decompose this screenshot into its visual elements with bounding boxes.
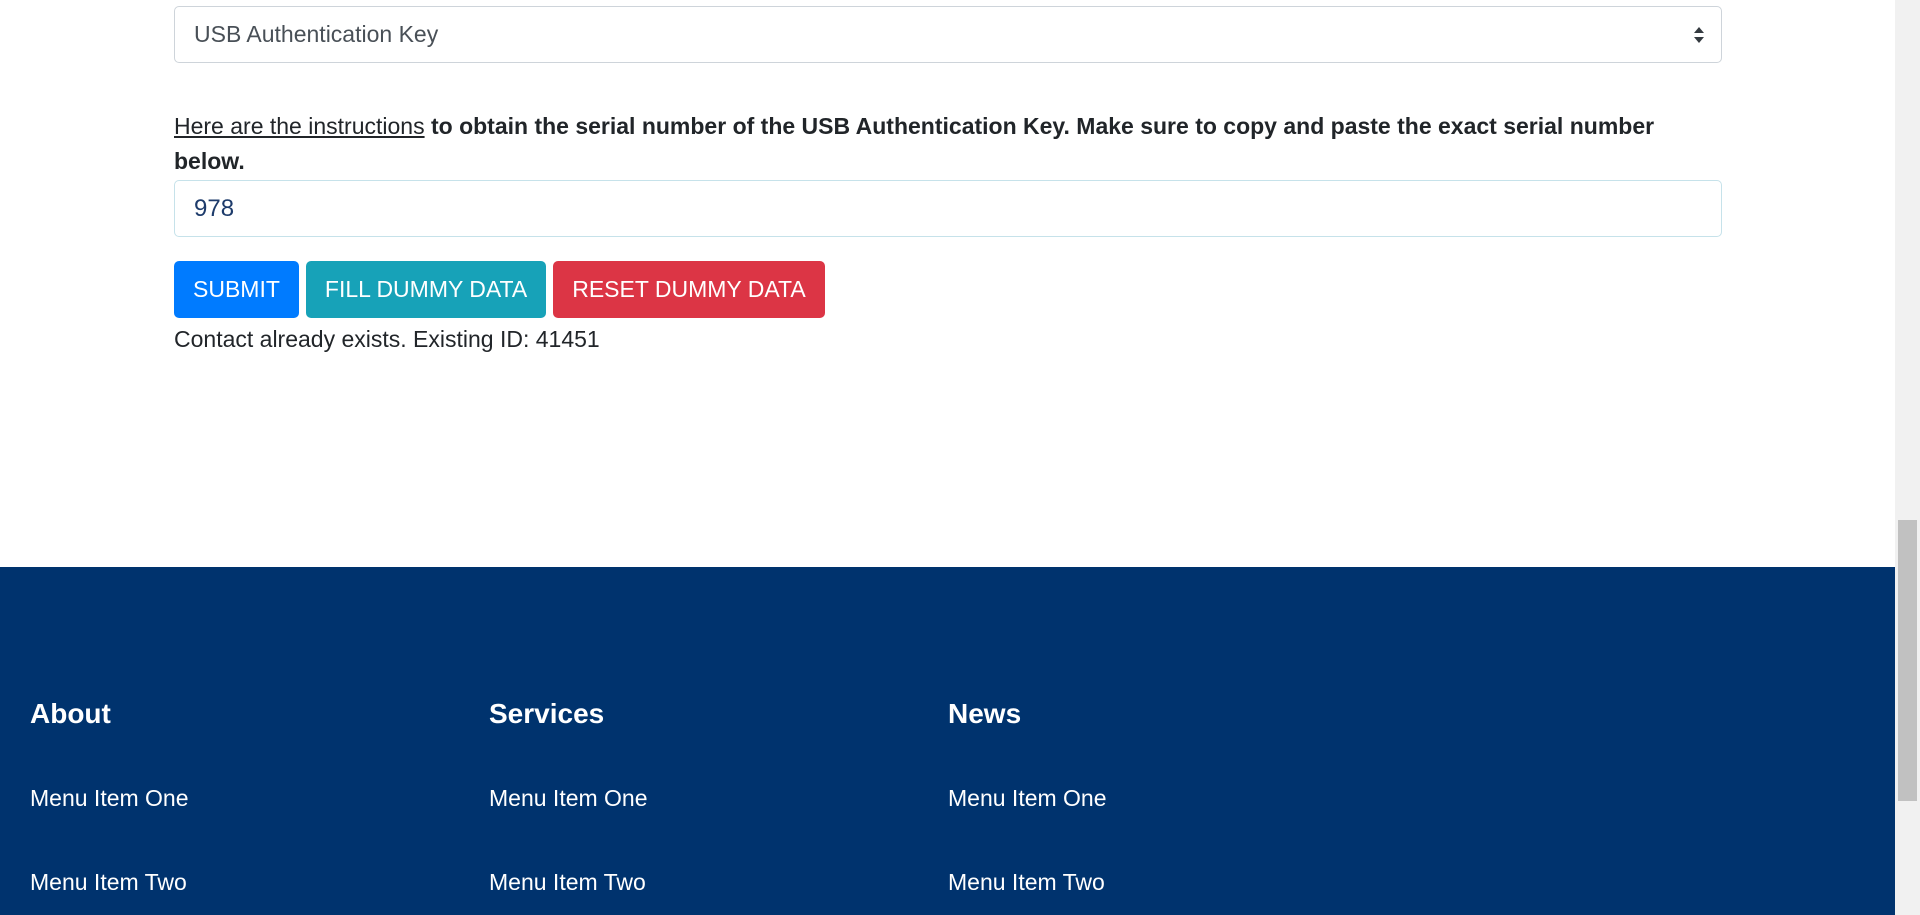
footer-heading-services: Services [489, 698, 605, 729]
site-footer: About Menu Item One Menu Item Two Servic… [0, 567, 1895, 915]
status-message: Contact already exists. Existing ID: 414… [174, 326, 600, 352]
footer-heading-about: About [30, 698, 111, 729]
form-actions: SUBMIT FILL DUMMY DATA RESET DUMMY DATA [174, 261, 1722, 318]
serial-instructions: Here are the instructions to obtain the … [174, 109, 1722, 179]
select-up-down-icon [1694, 27, 1704, 43]
submit-button[interactable]: SUBMIT [174, 261, 299, 318]
footer-link-services-item-one[interactable]: Menu Item One [489, 785, 648, 812]
scrollbar-thumb[interactable] [1898, 520, 1917, 801]
footer-heading-news: News [948, 698, 1022, 729]
footer-link-about-item-two[interactable]: Menu Item Two [30, 869, 187, 896]
vertical-scrollbar[interactable] [1895, 0, 1920, 915]
instructions-link[interactable]: Here are the instructions [174, 113, 425, 139]
reset-dummy-data-button[interactable]: RESET DUMMY DATA [553, 261, 825, 318]
serial-number-input[interactable] [174, 180, 1722, 237]
footer-link-news-item-one[interactable]: Menu Item One [948, 785, 1107, 812]
browser-viewport: USB Authentication Key Here are the inst… [0, 0, 1920, 915]
fill-dummy-data-button[interactable]: FILL DUMMY DATA [305, 261, 547, 318]
footer-link-services-item-two[interactable]: Menu Item Two [489, 869, 646, 896]
key-type-select[interactable]: USB Authentication Key [174, 6, 1722, 63]
page-content: USB Authentication Key Here are the inst… [0, 0, 1895, 915]
footer-link-about-item-one[interactable]: Menu Item One [30, 785, 189, 812]
contact-form: USB Authentication Key Here are the inst… [174, 6, 1722, 355]
footer-link-news-item-two[interactable]: Menu Item Two [948, 869, 1105, 896]
key-type-select-value: USB Authentication Key [194, 21, 439, 47]
